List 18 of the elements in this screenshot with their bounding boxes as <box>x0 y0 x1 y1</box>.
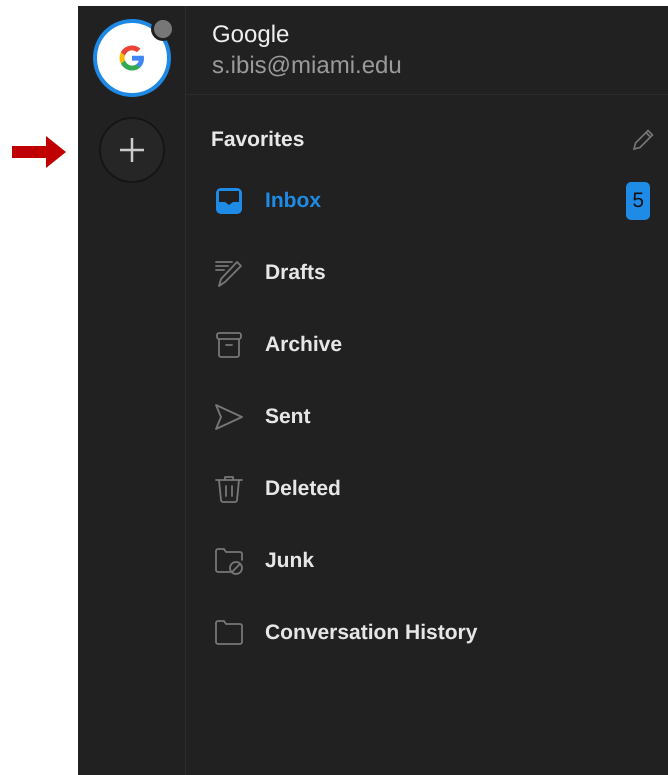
archive-box-icon <box>213 329 245 361</box>
folder-item[interactable]: Conversation History <box>186 597 668 669</box>
paper-plane-icon <box>213 401 245 433</box>
folder-blocked-icon <box>213 545 245 577</box>
folder-item[interactable]: Deleted <box>186 453 668 525</box>
folder-item[interactable]: Inbox 5 <box>186 165 668 237</box>
trash-can-icon <box>213 473 245 505</box>
folder-item[interactable]: Junk <box>186 525 668 597</box>
account-name: Google <box>212 20 290 50</box>
folder-item[interactable]: Sent <box>186 381 668 453</box>
edit-icon[interactable] <box>630 127 656 153</box>
inbox-tray-icon <box>213 185 245 217</box>
folder-item[interactable]: Archive <box>186 309 668 381</box>
folder-item[interactable]: Drafts <box>186 237 668 309</box>
section-title: Favorites <box>211 127 304 154</box>
plus-icon <box>118 136 146 164</box>
account-email: s.ibis@miami.edu <box>212 51 403 81</box>
unread-count-badge: 5 <box>626 182 650 220</box>
